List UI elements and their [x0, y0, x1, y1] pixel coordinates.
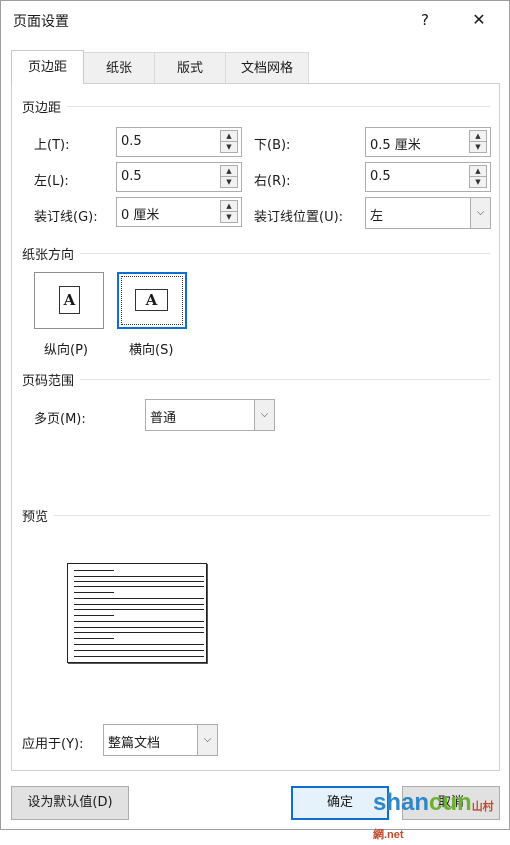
section-divider	[22, 253, 490, 254]
tab-paper[interactable]: 纸张	[83, 52, 155, 83]
tab-layout[interactable]: 版式	[154, 52, 226, 83]
landscape-label[interactable]: 横向(S)	[129, 339, 173, 358]
right-margin-spinner[interactable]: 0.5 ▲ ▼	[365, 162, 491, 192]
set-default-button[interactable]: 设为默认值(D)	[11, 786, 129, 820]
top-margin-label: 上(T):	[34, 138, 70, 153]
margins-panel: 页边距 上(T): 0.5 ▲ ▼ 下(B): 0.5 厘米 ▲ ▼ 左(L): 0…	[11, 83, 500, 771]
bottom-margin-value[interactable]: 0.5 厘米	[370, 134, 421, 153]
right-margin-label: 右(R):	[254, 174, 291, 189]
margins-section-title: 页边距	[22, 97, 68, 116]
tab-margins[interactable]: 页边距	[11, 50, 84, 84]
gutter-value[interactable]: 0 厘米	[121, 204, 159, 223]
section-divider	[22, 379, 490, 380]
portrait-label[interactable]: 纵向(P)	[44, 339, 88, 358]
bottom-margin-label: 下(B):	[254, 138, 291, 153]
tab-doc-grid[interactable]: 文档网格	[225, 52, 309, 83]
gutter-position-label: 装订线位置(U):	[254, 210, 344, 225]
spin-down-icon[interactable]: ▼	[220, 211, 238, 223]
spin-down-icon[interactable]: ▼	[220, 141, 238, 153]
watermark-logo: shancun山村網.net	[373, 789, 494, 841]
multiple-pages-dropdown[interactable]: 普通 ⌵	[145, 399, 275, 431]
help-button[interactable]: ?	[411, 7, 439, 33]
orientation-section-title: 纸张方向	[22, 244, 81, 263]
right-margin-value[interactable]: 0.5	[370, 169, 391, 184]
multiple-pages-label: 多页(M):	[34, 412, 86, 427]
gutter-position-value: 左	[370, 209, 384, 224]
close-button[interactable]: ✕	[463, 7, 495, 33]
spin-down-icon[interactable]: ▼	[220, 176, 238, 188]
gutter-spinner[interactable]: 0 厘米 ▲ ▼	[116, 197, 242, 227]
section-divider	[22, 106, 490, 107]
title-bar: 页面设置 ? ✕	[1, 1, 509, 39]
left-margin-label: 左(L):	[34, 174, 69, 189]
chevron-down-icon[interactable]: ⌵	[254, 400, 274, 430]
top-margin-spinner[interactable]: 0.5 ▲ ▼	[116, 127, 242, 157]
preview-section-title: 预览	[22, 506, 55, 525]
page-setup-dialog: 页面设置 ? ✕ 页边距 纸张 版式 文档网格 页边距 上(T): 0.5 ▲ ▼…	[0, 0, 510, 841]
apply-to-label: 应用于(Y):	[22, 737, 84, 752]
portrait-page-icon: A	[59, 286, 80, 314]
pages-section-title: 页码范围	[22, 370, 81, 389]
portrait-button[interactable]: A	[34, 272, 104, 329]
chevron-down-icon[interactable]: ⌵	[470, 198, 490, 228]
dialog-title: 页面设置	[13, 14, 69, 30]
bottom-margin-spinner[interactable]: 0.5 厘米 ▲ ▼	[365, 127, 491, 157]
left-margin-value[interactable]: 0.5	[121, 169, 142, 184]
apply-to-dropdown[interactable]: 整篇文档 ⌵	[103, 724, 218, 756]
gutter-label: 装订线(G):	[34, 210, 98, 225]
apply-to-value: 整篇文档	[108, 736, 161, 751]
gutter-position-dropdown[interactable]: 左 ⌵	[365, 197, 491, 229]
multiple-pages-value: 普通	[150, 411, 177, 426]
page-preview-thumbnail	[67, 563, 207, 663]
landscape-button[interactable]: A	[117, 272, 187, 329]
top-margin-value[interactable]: 0.5	[121, 134, 142, 149]
chevron-down-icon[interactable]: ⌵	[197, 725, 217, 755]
spin-down-icon[interactable]: ▼	[469, 141, 487, 153]
section-divider	[22, 515, 490, 516]
landscape-page-icon: A	[135, 289, 168, 311]
spin-down-icon[interactable]: ▼	[469, 176, 487, 188]
left-margin-spinner[interactable]: 0.5 ▲ ▼	[116, 162, 242, 192]
